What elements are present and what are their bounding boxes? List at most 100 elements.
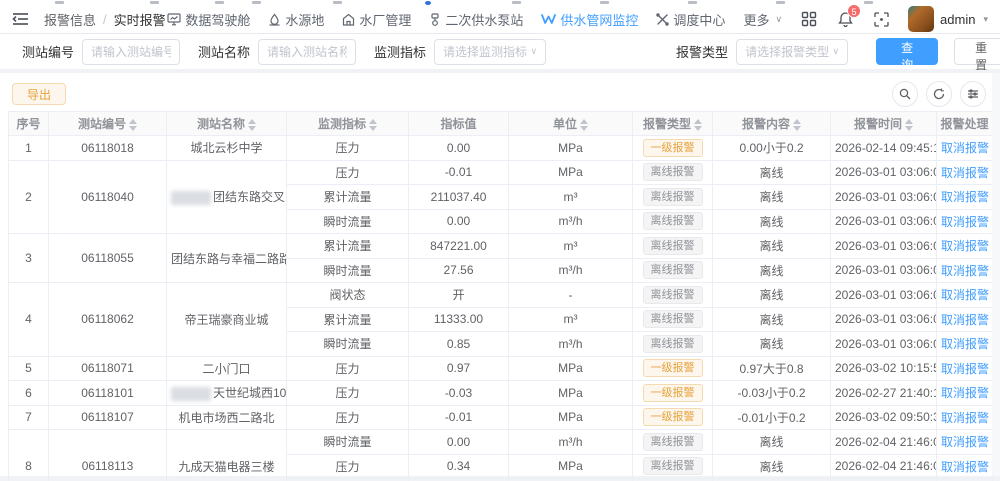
table-row: 106118018城北云杉中学压力0.00MPa一级报警0.00小于0.2202… [9,136,993,161]
station-name-input[interactable] [258,39,356,65]
cell-alarm-type: 一级报警 [633,136,713,161]
reset-button[interactable]: 重置 [954,38,1000,65]
sort-caret-icon[interactable] [905,119,913,131]
avatar [908,6,934,32]
cancel-alarm-link[interactable]: 取消报警 [941,313,989,327]
breadcrumb-current: 实时报警 [114,10,166,29]
notification-bell-icon[interactable]: 5 [836,10,854,28]
cell-alarm-action: 取消报警 [937,307,993,332]
sort-caret-icon[interactable] [248,119,256,131]
column-header[interactable]: 测站编号 [49,112,167,136]
select-chevron-icon: ∨ [832,46,839,57]
table-row: 806118113九成天猫电器三楼瞬时流量0.00m³/h离线报警离线2026-… [9,430,993,455]
nav-data-cockpit[interactable]: 数据驾驶舱 [167,10,250,29]
cancel-alarm-link[interactable]: 取消报警 [941,264,989,278]
chevron-down-icon: ∨ [775,14,782,25]
indicator-select[interactable]: 请选择监测指标 ∨ [434,39,546,65]
breadcrumb-section[interactable]: 报警信息 [44,10,96,29]
search-button[interactable]: 查询 [876,38,938,65]
redacted-blur [171,191,211,205]
cell-station-name: 团结东路与幸福二路路口 [167,234,287,283]
column-header[interactable]: 单位 [509,112,633,136]
nav-water-source[interactable]: 水源地 [268,10,324,29]
cancel-alarm-link[interactable]: 取消报警 [941,239,989,253]
cancel-alarm-link[interactable]: 取消报警 [941,435,989,449]
water-source-icon [268,13,281,26]
alarm-type-badge: 离线报警 [643,335,703,353]
select-chevron-icon: ∨ [530,46,537,57]
cell-station-code: 06118018 [49,136,167,161]
cell-alarm-content: 离线 [713,209,831,234]
cell-indicator: 瞬时流量 [287,258,409,283]
cancel-alarm-link[interactable]: 取消报警 [941,386,989,400]
cancel-alarm-link[interactable]: 取消报警 [941,362,989,376]
nav-water-plant[interactable]: 水厂管理 [342,10,411,29]
sort-caret-icon[interactable] [793,119,801,131]
station-code-input[interactable] [82,39,180,65]
cell-alarm-time: 2026-03-01 03:06:03 [831,258,937,283]
column-header[interactable]: 测站名称 [167,112,287,136]
sort-caret-icon[interactable] [129,119,137,131]
cancel-alarm-link[interactable]: 取消报警 [941,460,989,474]
sort-caret-icon[interactable] [369,119,377,131]
nav-pipe-network-monitor[interactable]: 供水管网监控 [541,10,638,29]
cell-alarm-type: 离线报警 [633,185,713,210]
cell-alarm-type: 离线报警 [633,307,713,332]
cell-alarm-type: 一级报警 [633,405,713,430]
apps-grid-icon[interactable] [800,10,818,28]
cell-alarm-action: 取消报警 [937,258,993,283]
cancel-alarm-link[interactable]: 取消报警 [941,411,989,425]
cell-station-code: 06118040 [49,160,167,234]
cell-station-code: 06118062 [49,283,167,357]
app-header: 报警信息 / 实时报警 数据驾驶舱 水源地 水厂管理 二次供水泵站 [0,5,1000,34]
alarm-type-select[interactable]: 请选择报警类型 ∨ [736,39,848,65]
alarm-type-badge: 离线报警 [643,457,703,475]
menu-fold-icon[interactable] [12,10,30,28]
cancel-alarm-link[interactable]: 取消报警 [941,141,989,155]
cell-alarm-action: 取消报警 [937,454,993,479]
cancel-alarm-link[interactable]: 取消报警 [941,166,989,180]
nav-more[interactable]: 更多 ∨ [743,10,782,29]
cancel-alarm-link[interactable]: 取消报警 [941,215,989,229]
column-header[interactable]: 报警时间 [831,112,937,136]
cell-unit: m³ [509,185,633,210]
column-header[interactable]: 监测指标 [287,112,409,136]
column-header[interactable]: 报警类型 [633,112,713,136]
table-search-icon[interactable] [892,81,918,107]
table-refresh-icon[interactable] [926,81,952,107]
cell-station-name: 机电市场西二路北 [167,405,287,430]
username: admin [940,12,975,27]
scrollbar-track[interactable] [992,73,1000,476]
cell-alarm-time: 2026-02-27 21:40:13 [831,381,937,406]
cell-station-name: 团结东路交叉口西 [167,160,287,234]
sort-caret-icon[interactable] [694,119,702,131]
cell-value: 847221.00 [409,234,509,259]
cell-alarm-content: 离线 [713,160,831,185]
dispatch-icon [656,13,669,26]
nav-secondary-pump-station[interactable]: 二次供水泵站 [429,10,523,29]
cell-value: 211037.40 [409,185,509,210]
cancel-alarm-link[interactable]: 取消报警 [941,190,989,204]
cell-unit: MPa [509,454,633,479]
cancel-alarm-link[interactable]: 取消报警 [941,337,989,351]
column-settings-icon[interactable] [960,81,986,107]
table-header: 序号测站编号测站名称监测指标指标值单位报警类型报警内容报警时间报警处理 [9,112,993,136]
cell-alarm-action: 取消报警 [937,185,993,210]
nav-dispatch-center[interactable]: 调度中心 [656,10,725,29]
fullscreen-scan-icon[interactable] [872,10,890,28]
cell-alarm-time: 2026-02-14 09:45:19 [831,136,937,161]
user-caret-icon: ▾ [983,14,988,25]
sort-caret-icon[interactable] [580,119,588,131]
cell-alarm-content: 离线 [713,332,831,357]
user-menu[interactable]: admin ▾ [908,6,988,32]
table-row: 206118040团结东路交叉口西压力-0.01MPa离线报警离线2026-03… [9,160,993,185]
cancel-alarm-link[interactable]: 取消报警 [941,288,989,302]
export-button[interactable]: 导出 [12,83,66,105]
column-header[interactable]: 报警内容 [713,112,831,136]
cell-alarm-type: 离线报警 [633,234,713,259]
cell-index: 4 [9,283,49,357]
table-row: 506118071二小门口压力0.97MPa一级报警0.97大于0.82026-… [9,356,993,381]
cell-value: -0.01 [409,405,509,430]
cell-value: 0.85 [409,332,509,357]
column-header: 报警处理 [937,112,993,136]
